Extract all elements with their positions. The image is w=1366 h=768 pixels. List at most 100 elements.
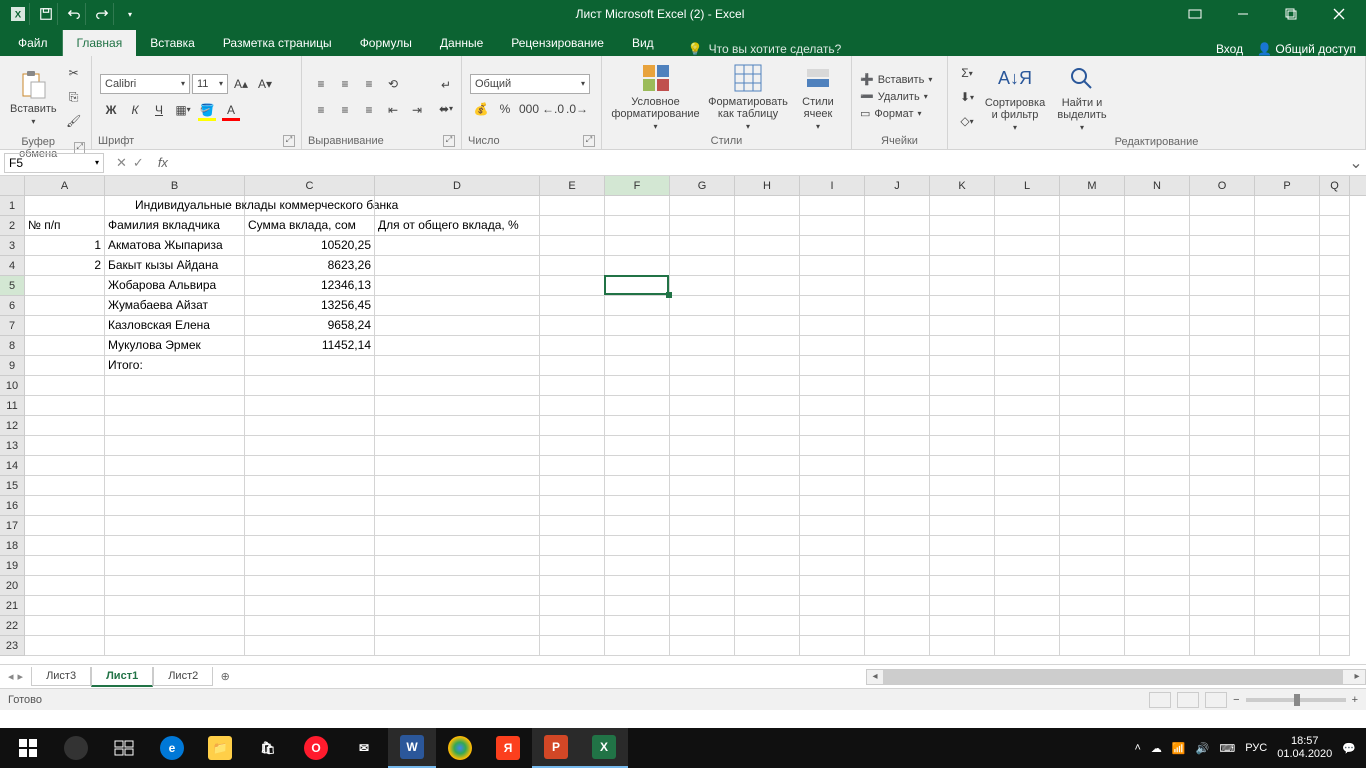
cell[interactable] bbox=[735, 316, 800, 336]
cell[interactable] bbox=[1125, 456, 1190, 476]
cell[interactable]: 8623,26 bbox=[245, 256, 375, 276]
cell[interactable] bbox=[245, 616, 375, 636]
cell[interactable] bbox=[1320, 396, 1350, 416]
cell[interactable] bbox=[1125, 556, 1190, 576]
row-header[interactable]: 16 bbox=[0, 496, 25, 516]
cell[interactable] bbox=[670, 416, 735, 436]
cell[interactable] bbox=[930, 356, 995, 376]
cell[interactable] bbox=[605, 216, 670, 236]
cell[interactable] bbox=[865, 356, 930, 376]
cell[interactable] bbox=[25, 596, 105, 616]
cell[interactable] bbox=[930, 256, 995, 276]
cell[interactable] bbox=[1060, 336, 1125, 356]
cell[interactable] bbox=[540, 436, 605, 456]
cell[interactable] bbox=[1125, 256, 1190, 276]
tray-volume-icon[interactable]: 🔊 bbox=[1196, 742, 1210, 755]
cell[interactable] bbox=[25, 496, 105, 516]
cell[interactable] bbox=[670, 496, 735, 516]
cell[interactable] bbox=[605, 196, 670, 216]
format-cells-button[interactable]: ▭Формат ▾ bbox=[860, 106, 939, 121]
cell[interactable] bbox=[1320, 356, 1350, 376]
cell[interactable] bbox=[865, 236, 930, 256]
number-format-combo[interactable]: Общий▾ bbox=[470, 74, 590, 94]
cell[interactable] bbox=[865, 376, 930, 396]
tray-clock[interactable]: 18:57 01.04.2020 bbox=[1277, 735, 1332, 761]
cell[interactable] bbox=[865, 196, 930, 216]
row-header[interactable]: 17 bbox=[0, 516, 25, 536]
cell[interactable] bbox=[1060, 416, 1125, 436]
cell[interactable]: 2 bbox=[25, 256, 105, 276]
page-layout-view-button[interactable] bbox=[1177, 692, 1199, 708]
accounting-format-button[interactable]: 💰 bbox=[470, 98, 492, 120]
cell[interactable] bbox=[670, 536, 735, 556]
cell[interactable] bbox=[865, 436, 930, 456]
cell[interactable] bbox=[105, 596, 245, 616]
cell[interactable]: Казловская Елена bbox=[105, 316, 245, 336]
cell[interactable] bbox=[105, 536, 245, 556]
cell[interactable] bbox=[1060, 356, 1125, 376]
cell[interactable] bbox=[540, 616, 605, 636]
cell[interactable] bbox=[1190, 256, 1255, 276]
merge-button[interactable]: ⬌▾ bbox=[432, 98, 460, 120]
paste-button[interactable]: Вставить▾ bbox=[6, 67, 61, 128]
cell[interactable] bbox=[1255, 256, 1320, 276]
cell[interactable] bbox=[1125, 476, 1190, 496]
cell[interactable] bbox=[995, 536, 1060, 556]
cell[interactable] bbox=[605, 556, 670, 576]
column-header[interactable]: K bbox=[930, 176, 995, 195]
cell[interactable] bbox=[1190, 376, 1255, 396]
cell[interactable] bbox=[605, 276, 670, 296]
cell[interactable] bbox=[800, 596, 865, 616]
column-header[interactable]: A bbox=[25, 176, 105, 195]
cell[interactable] bbox=[245, 636, 375, 656]
cell[interactable] bbox=[800, 576, 865, 596]
cell[interactable] bbox=[25, 196, 105, 216]
cell[interactable] bbox=[1125, 516, 1190, 536]
cell[interactable] bbox=[670, 516, 735, 536]
cell[interactable] bbox=[25, 636, 105, 656]
sort-filter-button[interactable]: A↓Я Сортировка и фильтр▾ bbox=[980, 61, 1050, 134]
cell[interactable] bbox=[930, 616, 995, 636]
cell[interactable] bbox=[1255, 516, 1320, 536]
cell[interactable] bbox=[1320, 196, 1350, 216]
cell[interactable] bbox=[540, 636, 605, 656]
start-button[interactable] bbox=[4, 728, 52, 768]
cell[interactable] bbox=[865, 596, 930, 616]
row-header[interactable]: 14 bbox=[0, 456, 25, 476]
cell[interactable]: 11452,14 bbox=[245, 336, 375, 356]
cell[interactable] bbox=[375, 396, 540, 416]
align-bottom-button[interactable]: ≡ bbox=[358, 73, 380, 95]
cell[interactable] bbox=[670, 456, 735, 476]
cell[interactable] bbox=[105, 396, 245, 416]
cell[interactable] bbox=[865, 216, 930, 236]
cell[interactable] bbox=[735, 516, 800, 536]
cell[interactable] bbox=[995, 256, 1060, 276]
cell[interactable] bbox=[375, 196, 540, 216]
cell[interactable] bbox=[735, 596, 800, 616]
cell[interactable] bbox=[605, 416, 670, 436]
increase-font-button[interactable]: A▴ bbox=[230, 73, 252, 95]
cell[interactable] bbox=[1060, 576, 1125, 596]
cell[interactable] bbox=[1060, 256, 1125, 276]
cell[interactable] bbox=[670, 196, 735, 216]
tray-notifications-icon[interactable]: 💬 bbox=[1342, 742, 1356, 755]
cell[interactable] bbox=[735, 296, 800, 316]
cell[interactable] bbox=[1320, 316, 1350, 336]
cell[interactable]: Мукулова Эрмек bbox=[105, 336, 245, 356]
cell[interactable] bbox=[245, 456, 375, 476]
redo-button[interactable] bbox=[90, 3, 114, 25]
cell[interactable] bbox=[540, 336, 605, 356]
cell[interactable] bbox=[105, 476, 245, 496]
row-header[interactable]: 20 bbox=[0, 576, 25, 596]
cell[interactable] bbox=[375, 476, 540, 496]
column-header[interactable]: J bbox=[865, 176, 930, 195]
cell[interactable] bbox=[540, 296, 605, 316]
cell[interactable] bbox=[25, 336, 105, 356]
cell[interactable] bbox=[735, 396, 800, 416]
clear-button[interactable]: ◇▾ bbox=[956, 110, 978, 132]
cell[interactable] bbox=[670, 256, 735, 276]
cell[interactable] bbox=[1190, 516, 1255, 536]
cell[interactable] bbox=[105, 416, 245, 436]
underline-button[interactable]: Ч bbox=[148, 99, 170, 121]
cell[interactable] bbox=[1125, 316, 1190, 336]
